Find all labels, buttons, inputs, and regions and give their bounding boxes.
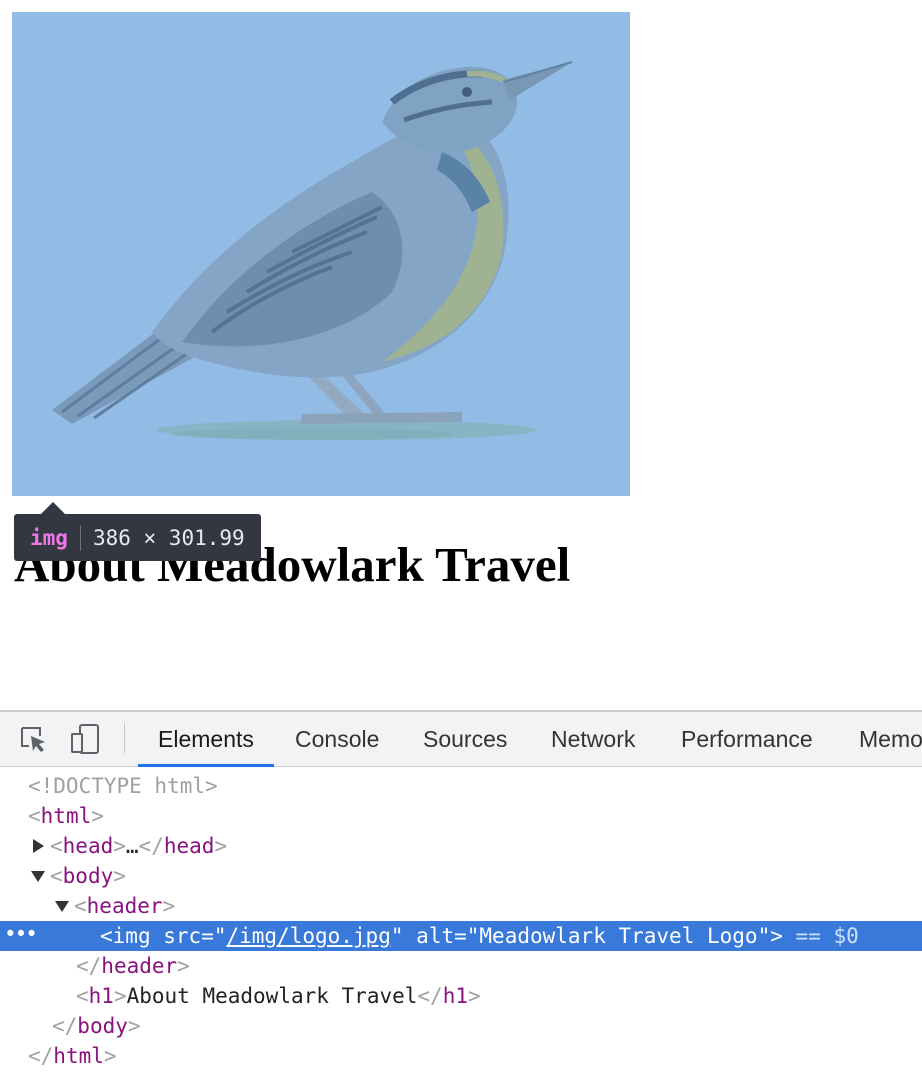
devtools-panel: Elements Console Sources Network Perform… [0,710,922,1086]
dom-node-html[interactable]: <html> [0,801,922,831]
meadowlark-bird-illustration [12,12,630,496]
tab-elements[interactable]: Elements [138,712,274,767]
devtools-toolbar: Elements Console Sources Network Perform… [0,712,922,767]
dom-node-head[interactable]: <head>…</head> [0,831,922,861]
collapse-triangle-icon[interactable] [31,871,45,882]
dom-node-img-selected[interactable]: ••• <img src="/img/logo.jpg" alt="Meadow… [0,921,922,951]
node-actions-icon[interactable]: ••• [4,919,38,949]
dom-node-header-close[interactable]: </header> [0,951,922,981]
page-viewport: About Meadowlark Travel img 386 × 301.99 [0,0,922,710]
collapse-triangle-icon[interactable] [55,901,69,912]
tab-sources[interactable]: Sources [423,712,507,766]
toolbar-divider [124,723,125,753]
dom-node-html-close[interactable]: </html> [0,1041,922,1071]
tab-performance[interactable]: Performance [681,712,813,766]
tab-network[interactable]: Network [551,712,635,766]
dom-node-body[interactable]: <body> [0,861,922,891]
img-src-link[interactable]: /img/logo.jpg [226,924,390,948]
dom-node-header[interactable]: <header> [0,891,922,921]
meadowlark-logo-image[interactable] [12,12,630,496]
tooltip-separator [79,524,81,551]
tab-console[interactable]: Console [295,712,379,766]
device-toolbar-icon[interactable] [70,724,100,754]
dom-node-body-close[interactable]: </body> [0,1011,922,1041]
tab-memory[interactable]: Memo [859,712,922,766]
dom-node-h1[interactable]: <h1>About Meadowlark Travel</h1> [0,981,922,1011]
inspect-element-icon[interactable] [18,724,48,754]
dom-node-doctype[interactable]: <!DOCTYPE html> [0,771,922,801]
element-size-tooltip: img 386 × 301.99 [14,502,261,561]
tooltip-tag-name: img [30,525,68,550]
expand-triangle-icon[interactable] [33,839,44,853]
tooltip-dimensions: 386 × 301.99 [92,525,245,550]
